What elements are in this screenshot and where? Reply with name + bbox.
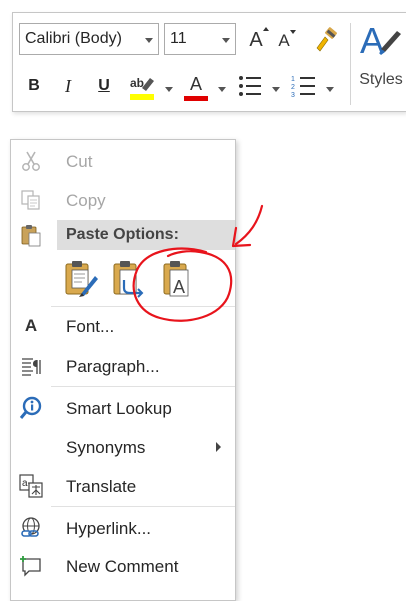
highlight-icon: ab [130,76,154,100]
paste-keep-source-icon [65,261,98,297]
highlight-dropdown-icon[interactable] [165,87,173,92]
decrease-font-size-icon: A [278,30,296,51]
highlight-button[interactable]: ab [127,71,159,103]
scissors-icon [19,149,43,173]
svg-text:2: 2 [291,84,295,91]
menu-item-label: Cut [66,152,93,171]
italic-button[interactable]: I [57,73,79,99]
bullets-icon [239,76,261,96]
paste-merge-icon [113,261,144,298]
bold-icon: B [28,77,40,94]
smart-lookup-icon [19,396,43,420]
menu-item-label: Copy [66,191,106,210]
menu-item-label: Smart Lookup [66,399,172,418]
font-name-combo[interactable]: Calibri (Body) [19,23,159,55]
font-name-dropdown-icon[interactable] [145,38,153,43]
menu-item-label: Paragraph... [66,357,160,376]
format-painter-button[interactable] [311,25,341,55]
font-size-dropdown-icon[interactable] [222,38,230,43]
menu-item-label: Synonyms [66,438,146,457]
font-icon-glyph: A [24,316,38,335]
underline-icon: U [98,77,110,94]
styles-button[interactable]: A Styles [356,19,406,109]
menu-item-label: New Comment [66,557,179,576]
annotation-arrow [234,204,264,246]
paste-options-header: Paste Options: [57,220,235,250]
format-painter-icon [316,27,337,52]
svg-text:ab: ab [130,76,144,90]
paste-keep-source-button[interactable] [63,258,99,298]
paste-options-label: Paste Options: [66,226,179,243]
svg-text:1: 1 [291,76,295,83]
numbering-icon: 1 2 3 [291,76,315,99]
menu-item-translate[interactable]: a Translate [11,468,235,504]
menu-item-label: Translate [66,477,137,496]
clipboard-icon [19,223,43,247]
increase-font-size-button[interactable]: A [245,26,269,53]
paste-merge-button[interactable] [111,258,147,298]
decrease-font-size-glyph: A [278,31,290,50]
menu-separator [51,386,235,387]
translate-icon: a [19,474,43,498]
mini-toolbar: Calibri (Body) 11 A A A Styles B I U ab … [12,12,406,112]
italic-icon: I [65,75,71,96]
paste-text-only-icon: A [163,261,189,297]
toolbar-divider [350,23,351,105]
numbering-dropdown-icon[interactable] [326,87,334,92]
underline-button[interactable]: U [93,73,115,99]
increase-caret-icon [262,26,269,31]
menu-item-smart-lookup[interactable]: Smart Lookup [11,390,235,426]
font-color-icon: A [189,73,202,94]
paste-text-only-button[interactable]: A [161,258,197,298]
copy-icon [19,188,43,212]
styles-icon: A [360,20,401,61]
menu-separator [51,506,235,507]
font-size-value: 11 [170,30,187,47]
styles-glyph: A [360,20,384,61]
increase-font-size-glyph: A [249,28,263,51]
styles-label: Styles [359,71,403,88]
font-color-button[interactable]: A [181,71,211,103]
menu-item-paragraph[interactable]: Paragraph... [11,348,235,384]
svg-text:a: a [22,478,28,489]
font-size-combo[interactable]: 11 [164,23,236,55]
bold-button[interactable]: B [23,73,45,99]
bullets-button[interactable] [235,71,265,101]
menu-separator [51,306,235,307]
menu-item-label: Font... [66,317,115,336]
menu-item-cut[interactable]: Cut [11,143,235,179]
bullets-dropdown-icon[interactable] [272,87,280,92]
new-comment-icon [19,554,43,578]
menu-item-hyperlink[interactable]: Hyperlink... [11,510,235,546]
font-name-value: Calibri (Body) [25,30,122,47]
font-color-bar [184,95,208,101]
menu-item-new-comment[interactable]: New Comment [11,548,235,584]
decrease-caret-icon [289,30,296,34]
decrease-font-size-button[interactable]: A [273,29,296,53]
paste-text-only-glyph: A [173,277,185,297]
svg-text:3: 3 [291,92,295,99]
menu-item-synonyms[interactable]: Synonyms [11,429,235,465]
menu-item-copy[interactable]: Copy [11,182,235,218]
paragraph-icon [19,354,43,378]
context-menu: Cut Copy Paste Options: A A Font... Para… [10,139,236,601]
increase-font-size-icon: A [249,26,269,52]
font-icon: A [19,314,43,338]
menu-item-font[interactable]: A Font... [11,308,235,344]
hyperlink-icon [19,516,43,540]
numbering-button[interactable]: 1 2 3 [289,71,319,101]
menu-item-label: Hyperlink... [66,519,152,538]
submenu-arrow-icon [216,442,221,452]
font-color-dropdown-icon[interactable] [218,87,226,92]
